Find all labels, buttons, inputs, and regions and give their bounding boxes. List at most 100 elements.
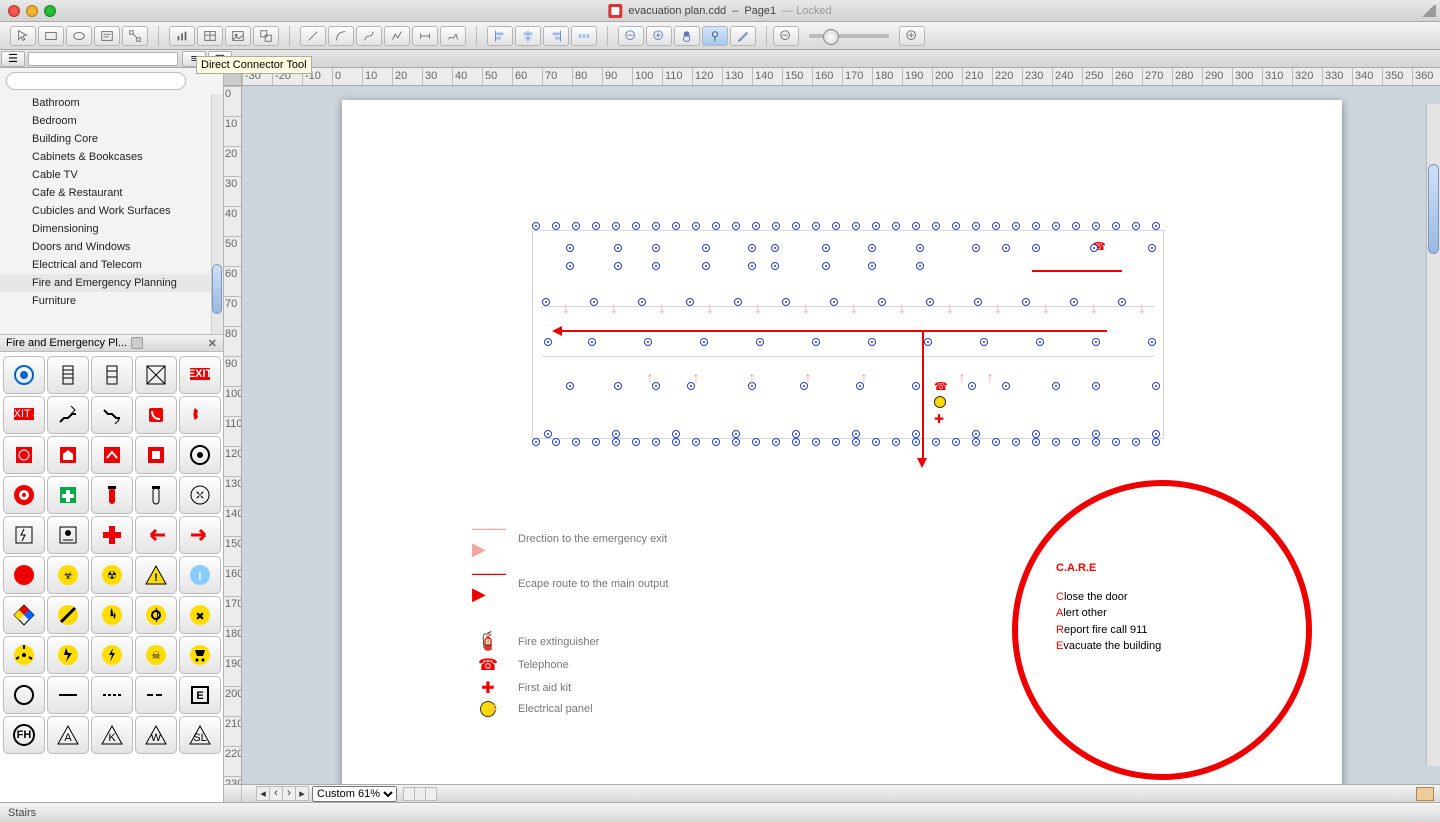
- selection-handle[interactable]: [968, 382, 976, 390]
- selection-handle[interactable]: [872, 438, 880, 446]
- selection-handle[interactable]: [1152, 382, 1160, 390]
- selection-handle[interactable]: [614, 244, 622, 252]
- stencil-radio-hazard[interactable]: [3, 636, 45, 674]
- selection-handle[interactable]: [732, 430, 740, 438]
- save-icon[interactable]: [131, 337, 143, 349]
- stencil-fire-alarm[interactable]: [3, 356, 45, 394]
- selection-handle[interactable]: [932, 438, 940, 446]
- library-item[interactable]: Electrical and Telecom: [0, 256, 223, 274]
- curve-tool-button[interactable]: [356, 26, 382, 46]
- selection-handle[interactable]: [868, 262, 876, 270]
- stencil-first-aid-station[interactable]: [47, 476, 89, 514]
- zoom-level-dropdown[interactable]: Custom 61%: [312, 786, 397, 802]
- selection-handle[interactable]: [812, 438, 820, 446]
- selection-handle[interactable]: [1152, 438, 1160, 446]
- selection-handle[interactable]: [1032, 244, 1040, 252]
- selection-handle[interactable]: [912, 222, 920, 230]
- selection-handle[interactable]: [1092, 382, 1100, 390]
- selection-handle[interactable]: [1152, 430, 1160, 438]
- stencil-exit-sign[interactable]: EXIT: [179, 356, 221, 394]
- library-item[interactable]: Cafe & Restaurant: [0, 184, 223, 202]
- selection-handle[interactable]: [672, 438, 680, 446]
- stencil-w-triangle[interactable]: W: [135, 716, 177, 754]
- selection-handle[interactable]: [1052, 222, 1060, 230]
- selection-handle[interactable]: [1132, 222, 1140, 230]
- direction-arrow-icon[interactable]: ↓: [850, 300, 858, 318]
- selection-handle[interactable]: [916, 244, 924, 252]
- selection-handle[interactable]: [542, 298, 550, 306]
- selection-handle[interactable]: [992, 438, 1000, 446]
- stencil-skull[interactable]: ☠: [135, 636, 177, 674]
- stencil-fire-point[interactable]: [3, 556, 45, 594]
- selection-handle[interactable]: [1002, 244, 1010, 252]
- selection-handle[interactable]: [868, 244, 876, 252]
- selection-handle[interactable]: [566, 382, 574, 390]
- direction-arrow-icon[interactable]: ↑: [646, 370, 654, 388]
- selection-handle[interactable]: [822, 244, 830, 252]
- selection-handle[interactable]: [771, 262, 779, 270]
- canvas-vertical-scrollbar[interactable]: [1426, 104, 1440, 766]
- selection-handle[interactable]: [532, 438, 540, 446]
- close-panel-icon[interactable]: ✕: [208, 337, 217, 350]
- close-icon[interactable]: [8, 5, 20, 17]
- selection-handle[interactable]: [830, 298, 838, 306]
- stencil-dash-3[interactable]: [135, 676, 177, 714]
- selection-handle[interactable]: [992, 222, 1000, 230]
- selection-handle[interactable]: [1092, 338, 1100, 346]
- selection-handle[interactable]: [832, 222, 840, 230]
- selection-handle[interactable]: [552, 438, 560, 446]
- library-search-input[interactable]: [6, 72, 186, 90]
- selection-handle[interactable]: [590, 298, 598, 306]
- selection-handle[interactable]: [892, 222, 900, 230]
- stencil-stairs-down[interactable]: [91, 396, 133, 434]
- stencil-k-triangle[interactable]: K: [91, 716, 133, 754]
- line-tool-button[interactable]: [300, 26, 326, 46]
- stencil-shock[interactable]: [47, 636, 89, 674]
- stencil-palette[interactable]: EXITEXIT→☣☢!!✖☠EFHAKWSL: [0, 352, 223, 802]
- stencil-a-triangle[interactable]: A: [47, 716, 89, 754]
- selection-handle[interactable]: [614, 382, 622, 390]
- align-center-button[interactable]: [515, 26, 541, 46]
- selection-handle[interactable]: [771, 244, 779, 252]
- selection-handle[interactable]: [732, 438, 740, 446]
- selection-handle[interactable]: [912, 438, 920, 446]
- selection-handle[interactable]: [926, 298, 934, 306]
- selection-handle[interactable]: [832, 438, 840, 446]
- stencil-radioactive[interactable]: ☢: [91, 556, 133, 594]
- selection-handle[interactable]: [1032, 222, 1040, 230]
- align-right-button[interactable]: [543, 26, 569, 46]
- zoom-icon[interactable]: [44, 5, 56, 17]
- selection-handle[interactable]: [702, 262, 710, 270]
- selection-handle[interactable]: [632, 222, 640, 230]
- selection-handle[interactable]: [612, 438, 620, 446]
- selection-handle[interactable]: [972, 438, 980, 446]
- selection-handle[interactable]: [852, 222, 860, 230]
- stencil-sl-triangle[interactable]: SL: [179, 716, 221, 754]
- direction-arrow-icon[interactable]: ↑: [986, 370, 994, 388]
- selection-handle[interactable]: [748, 244, 756, 252]
- selection-handle[interactable]: [792, 222, 800, 230]
- direction-arrow-icon[interactable]: ↓: [562, 300, 570, 318]
- selection-handle[interactable]: [612, 430, 620, 438]
- table-tool-button[interactable]: [197, 26, 223, 46]
- stencil-nfpa-diamond[interactable]: [3, 596, 45, 634]
- stencil-no-exit[interactable]: [135, 356, 177, 394]
- care-text[interactable]: C.A.R.E Close the door Alert other Repor…: [1056, 560, 1161, 655]
- selection-handle[interactable]: [712, 222, 720, 230]
- selection-handle[interactable]: [652, 244, 660, 252]
- selection-handle[interactable]: [1036, 338, 1044, 346]
- selection-handle[interactable]: [1052, 382, 1060, 390]
- direction-arrow-icon[interactable]: ↓: [658, 300, 666, 318]
- selection-handle[interactable]: [652, 438, 660, 446]
- selection-handle[interactable]: [1092, 430, 1100, 438]
- stencil-roof-access[interactable]: [91, 436, 133, 474]
- stencil-emergency-light[interactable]: [47, 516, 89, 554]
- selection-handle[interactable]: [872, 222, 880, 230]
- selection-handle[interactable]: [752, 438, 760, 446]
- direction-arrow-icon[interactable]: ↓: [1090, 300, 1098, 318]
- selection-handle[interactable]: [1148, 244, 1156, 252]
- stencil-flammable-strip[interactable]: [47, 596, 89, 634]
- library-item[interactable]: Fire and Emergency Planning: [0, 274, 223, 292]
- pan-tool-button[interactable]: [674, 26, 700, 46]
- stencil-flammable[interactable]: [91, 596, 133, 634]
